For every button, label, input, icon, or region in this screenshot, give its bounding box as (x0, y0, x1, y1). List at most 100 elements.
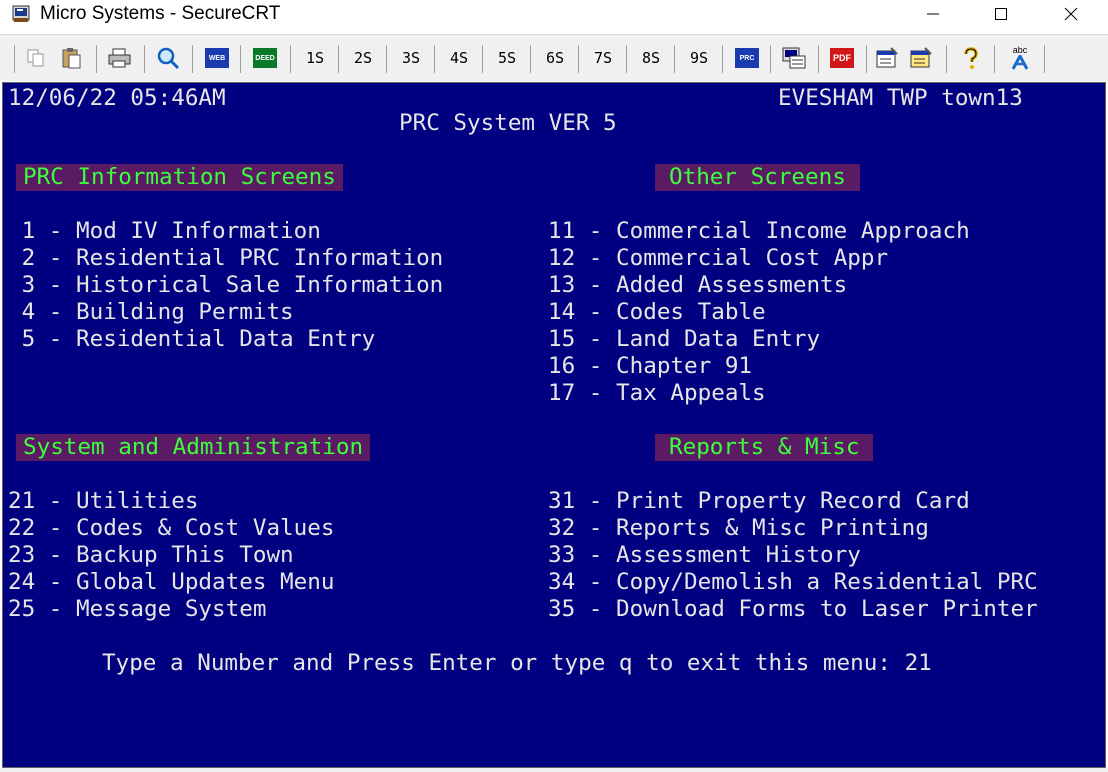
toolbar-separator (290, 45, 291, 73)
window-bottom-border (0, 768, 1108, 772)
toolbar-separator (386, 45, 387, 73)
pdf-button[interactable]: PDF (826, 45, 858, 71)
system-administration-header: System and Administration (16, 434, 371, 461)
prompt-text: Type a Number and Press Enter or type q … (102, 650, 905, 676)
session-options-button[interactable] (778, 45, 810, 71)
session-9s-button[interactable]: 9S (684, 45, 714, 71)
toolbar: WEB DEED 1S 2S 3S 4S 5S 6S 7S 8S 9S PRC … (0, 34, 1108, 81)
menu-item-4[interactable]: 4 - Building Permits (8, 299, 528, 326)
securecrt-app-icon (12, 5, 30, 23)
menu-item-25[interactable]: 25 - Message System (8, 596, 528, 623)
copy-button[interactable] (22, 45, 50, 71)
web-icon: WEB (205, 48, 229, 68)
deed-button[interactable]: DEED (249, 45, 281, 71)
spell-check-abc-label: abc (1012, 45, 1028, 55)
menu-item-24[interactable]: 24 - Global Updates Menu (8, 569, 528, 596)
spell-check-button[interactable]: abc (1004, 45, 1036, 71)
menu-item-11[interactable]: 11 - Commercial Income Approach (548, 218, 1098, 245)
toolbar-separator (1044, 45, 1045, 73)
menu-item-32[interactable]: 32 - Reports & Misc Printing (548, 515, 1103, 542)
properties-icon (876, 47, 898, 68)
toolbar-separator (434, 45, 435, 73)
toolbar-separator (818, 45, 819, 73)
find-button[interactable] (152, 45, 184, 71)
session-4s-button[interactable]: 4S (444, 45, 474, 71)
menu-input[interactable]: 21 (905, 650, 932, 676)
global-options-button[interactable] (906, 45, 936, 71)
menu-item-16[interactable]: 16 - Chapter 91 (548, 353, 1098, 380)
session-5s-button[interactable]: 5S (492, 45, 522, 71)
maximize-icon (995, 8, 1007, 20)
spell-check-icon (1011, 55, 1029, 70)
prc-information-header: PRC Information Screens (16, 164, 343, 191)
magnifier-icon (157, 47, 180, 70)
menu-item-1[interactable]: 1 - Mod IV Information (8, 218, 528, 245)
maximize-button[interactable] (978, 0, 1024, 28)
reports-misc-header: Reports & Misc (655, 434, 874, 461)
paste-icon (62, 48, 81, 69)
toolbar-separator (192, 45, 193, 73)
menu-item-2[interactable]: 2 - Residential PRC Information (8, 245, 528, 272)
close-icon (1064, 7, 1078, 21)
minimize-button[interactable] (910, 0, 956, 28)
toolbar-separator (482, 45, 483, 73)
session-6s-button[interactable]: 6S (540, 45, 570, 71)
copy-icon (27, 49, 44, 67)
close-button[interactable] (1048, 0, 1094, 28)
global-options-icon (910, 47, 932, 68)
toolbar-separator (770, 45, 771, 73)
toolbar-separator (144, 45, 145, 73)
window-title: Micro Systems - SecureCRT (40, 3, 281, 24)
toolbar-separator (240, 45, 241, 73)
toolbar-separator (626, 45, 627, 73)
paste-button[interactable] (56, 45, 86, 71)
menu-item-22[interactable]: 22 - Codes & Cost Values (8, 515, 528, 542)
menu-item-34[interactable]: 34 - Copy/Demolish a Residential PRC (548, 569, 1103, 596)
toolbar-separator (338, 45, 339, 73)
web-button[interactable]: WEB (202, 45, 232, 71)
menu-prompt: Type a Number and Press Enter or type q … (102, 650, 1102, 677)
location-text: EVESHAM TWP town13 (778, 85, 1023, 111)
toolbar-separator (946, 45, 947, 73)
toolbar-separator (674, 45, 675, 73)
session-1s-button[interactable]: 1S (300, 45, 330, 71)
toolbar-separator (96, 45, 97, 73)
menu-item-17[interactable]: 17 - Tax Appeals (548, 380, 1098, 407)
menu-item-5[interactable]: 5 - Residential Data Entry (8, 326, 528, 353)
menu-item-23[interactable]: 23 - Backup This Town (8, 542, 528, 569)
menu-item-3[interactable]: 3 - Historical Sale Information (8, 272, 528, 299)
printer-icon (108, 48, 131, 68)
toolbar-separator (578, 45, 579, 73)
menu-item-13[interactable]: 13 - Added Assessments (548, 272, 1098, 299)
menu-item-14[interactable]: 14 - Codes Table (548, 299, 1098, 326)
toolbar-separator (722, 45, 723, 73)
help-question-icon (964, 47, 978, 69)
title-bar: Micro Systems - SecureCRT (0, 0, 1108, 30)
menu-item-21[interactable]: 21 - Utilities (8, 488, 528, 515)
session-8s-button[interactable]: 8S (636, 45, 666, 71)
deed-icon: DEED (253, 48, 277, 68)
menu-item-12[interactable]: 12 - Commercial Cost Appr (548, 245, 1098, 272)
properties-button[interactable] (872, 45, 902, 71)
toolbar-separator (866, 45, 867, 73)
session-7s-button[interactable]: 7S (588, 45, 618, 71)
prc-icon: PRC (735, 48, 759, 68)
menu-item-35[interactable]: 35 - Download Forms to Laser Printer (548, 596, 1103, 623)
toolbar-separator (530, 45, 531, 73)
session-3s-button[interactable]: 3S (396, 45, 426, 71)
terminal-screen[interactable]: 12/06/22 05:46AM EVESHAM TWP town13 PRC … (2, 82, 1106, 768)
minimize-icon (927, 13, 939, 15)
pdf-icon: PDF (830, 48, 854, 68)
menu-item-31[interactable]: 31 - Print Property Record Card (548, 488, 1103, 515)
session-2s-button[interactable]: 2S (348, 45, 378, 71)
session-options-icon (782, 47, 806, 69)
prc-button[interactable]: PRC (732, 45, 762, 71)
menu-item-33[interactable]: 33 - Assessment History (548, 542, 1103, 569)
toolbar-separator (14, 45, 15, 73)
menu-item-15[interactable]: 15 - Land Data Entry (548, 326, 1098, 353)
print-button[interactable] (104, 45, 136, 71)
help-button[interactable] (956, 45, 986, 71)
toolbar-separator (994, 45, 995, 73)
system-title: PRC System VER 5 (399, 110, 617, 136)
other-screens-header: Other Screens (655, 164, 860, 191)
